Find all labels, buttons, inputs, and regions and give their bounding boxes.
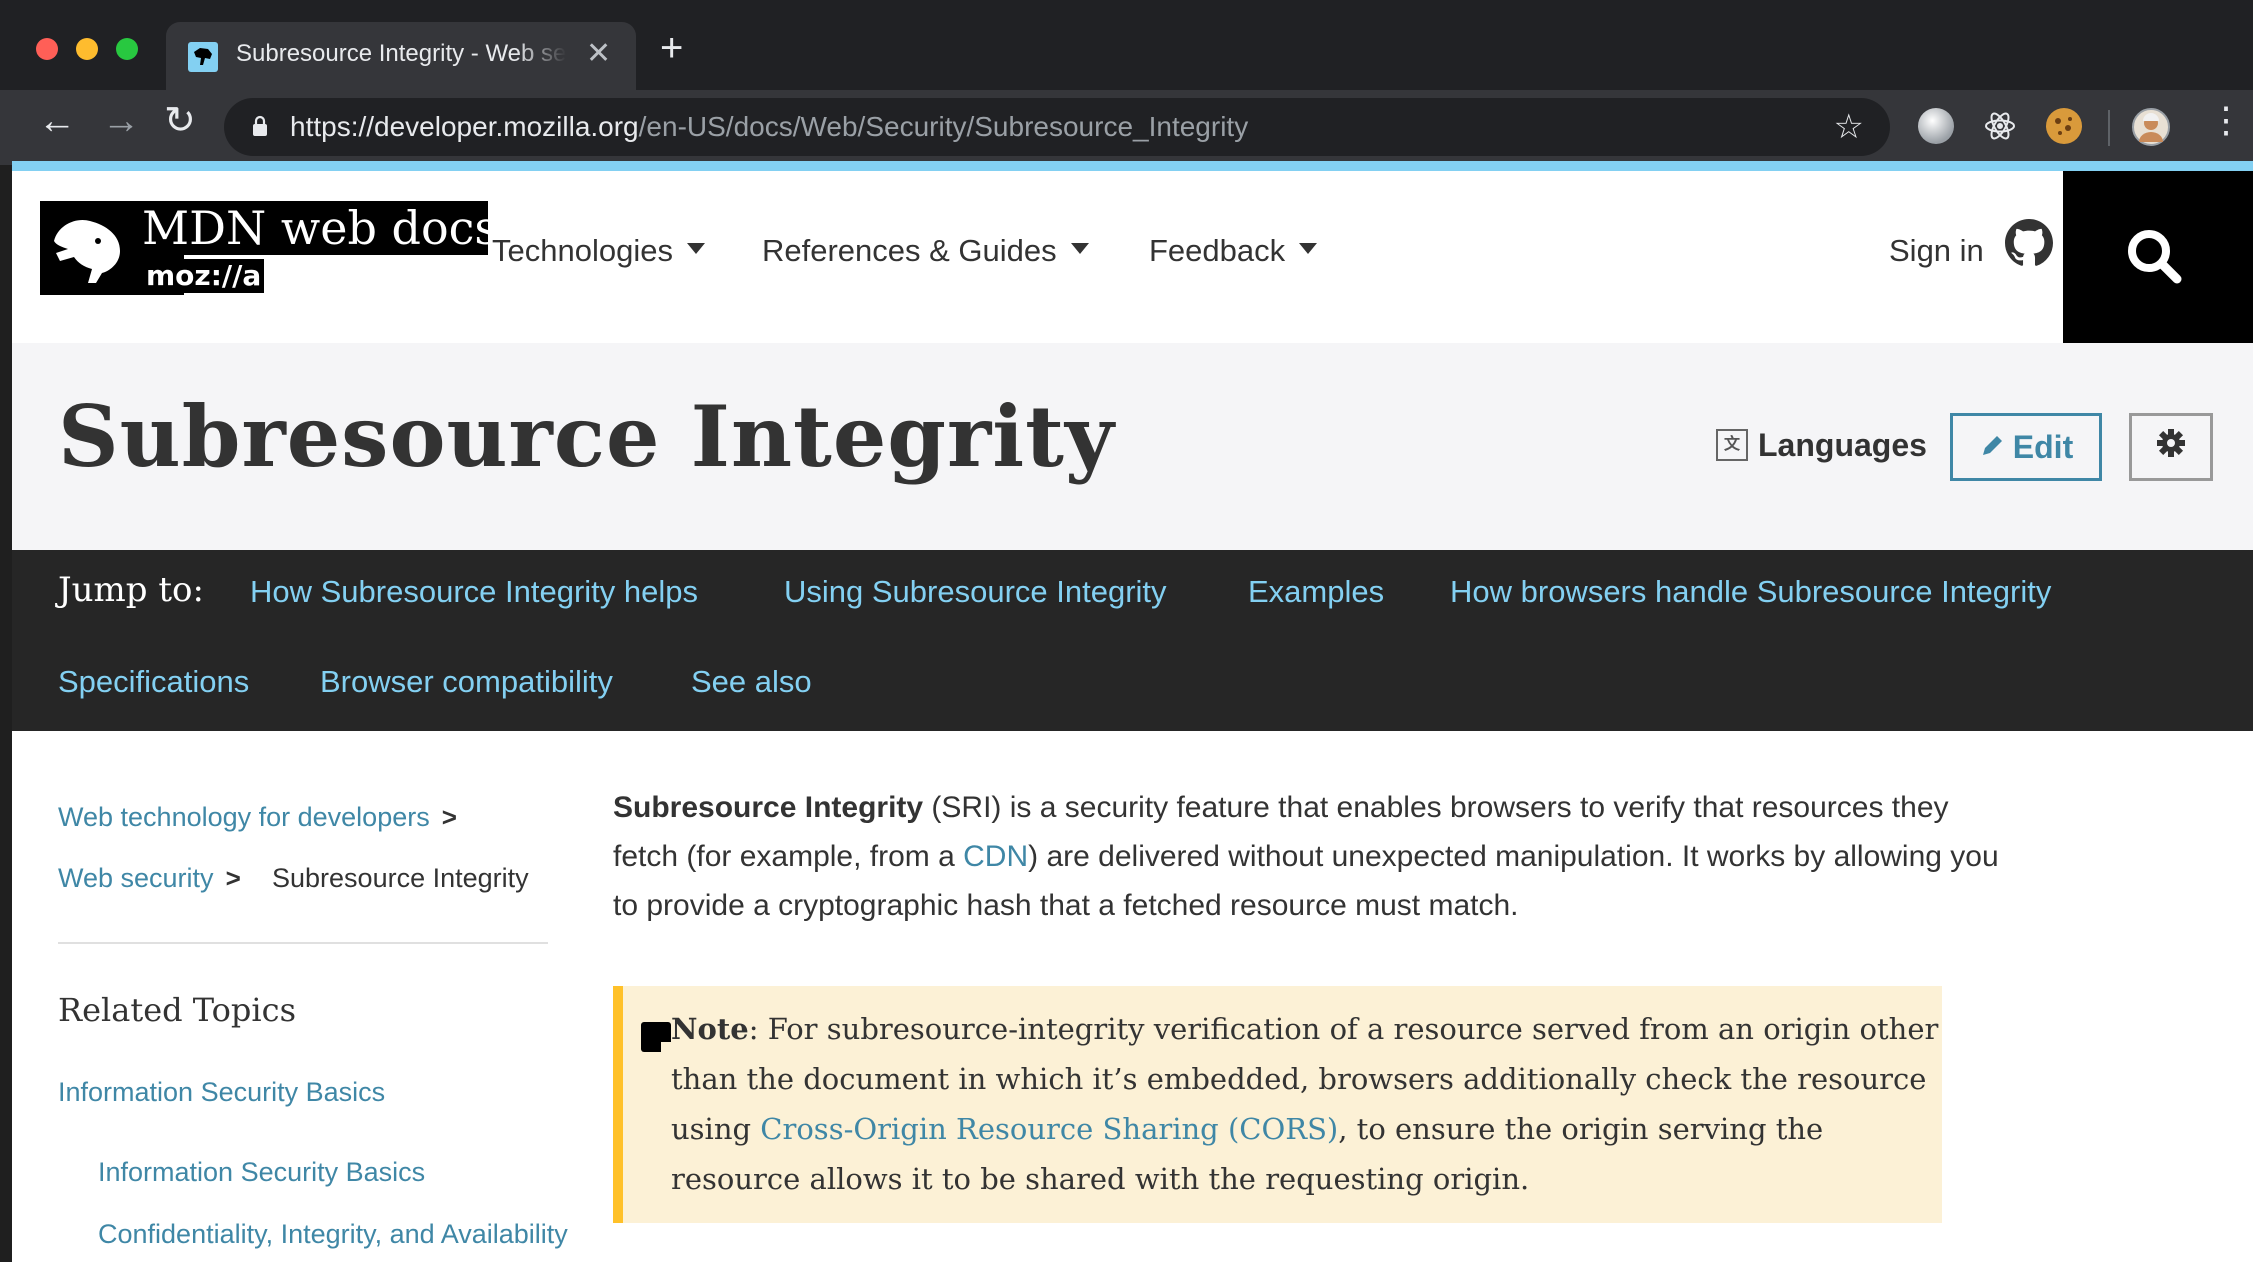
- cors-link[interactable]: Cross-Origin Resource Sharing (CORS): [760, 1112, 1338, 1146]
- browser-tab[interactable]: Subresource Integrity - Web security | M…: [166, 22, 636, 90]
- nav-feedback[interactable]: Feedback: [1149, 233, 1318, 269]
- breadcrumb-item: Web technology for developers >: [58, 802, 457, 833]
- caret-down-icon: [686, 243, 705, 255]
- browser-menu-icon[interactable]: ⋮: [2208, 102, 2244, 138]
- article-intro: Subresource Integrity (SRI) is a securit…: [613, 783, 2013, 930]
- breadcrumb-current-label: Subresource Integrity: [272, 863, 529, 893]
- related-topics-heading: Related Topics: [58, 991, 296, 1029]
- logo-wordmark[interactable]: MDN web docs: [138, 201, 498, 255]
- jump-to-label: Jump to:: [58, 570, 204, 610]
- extension-globe-icon[interactable]: [1918, 108, 1954, 144]
- nav-references-label: References & Guides: [762, 233, 1057, 268]
- tab-title: Subresource Integrity - Web security | M…: [236, 40, 566, 68]
- sign-in-link[interactable]: Sign in: [1889, 233, 1984, 269]
- document-title-bar: Subresource Integrity 文 Languages Edit: [12, 343, 2253, 550]
- languages-label: Languages: [1758, 427, 1927, 463]
- nav-references-guides[interactable]: References & Guides: [762, 233, 1089, 269]
- page-title: Subresource Integrity: [58, 387, 1115, 486]
- jump-link-examples[interactable]: Examples: [1248, 574, 1384, 610]
- mdn-favicon-icon: [188, 42, 218, 72]
- browser-toolbar: ← → ↻ https://developer.mozilla.org/en-U…: [0, 90, 2253, 165]
- breadcrumb-item: Web security >: [58, 863, 241, 894]
- browser-chrome: Subresource Integrity - Web security | M…: [0, 0, 2253, 165]
- jump-link-browser-compatibility[interactable]: Browser compatibility: [320, 664, 613, 700]
- nav-feedback-label: Feedback: [1149, 233, 1286, 268]
- gear-icon: [2157, 428, 2185, 457]
- breadcrumb-link-web-technology[interactable]: Web technology for developers: [58, 802, 430, 832]
- url-text[interactable]: https://developer.mozilla.org/en-US/docs…: [290, 111, 1248, 143]
- sidebar-link-info-security-basics[interactable]: Information Security Basics: [58, 1077, 385, 1108]
- jump-to-bar: Jump to: How Subresource Integrity helps…: [12, 550, 2253, 731]
- toolbar-separator: [2108, 110, 2110, 146]
- sidebar-sublink-cia[interactable]: Confidentiality, Integrity, and Availabi…: [98, 1219, 568, 1250]
- close-window-button[interactable]: [36, 38, 58, 60]
- language-icon: 文: [1716, 428, 1748, 461]
- reload-button[interactable]: ↻: [164, 102, 196, 140]
- edit-label: Edit: [2012, 429, 2074, 465]
- tab-close-icon[interactable]: ✕: [586, 36, 611, 71]
- mozilla-wordmark[interactable]: moz://a: [138, 259, 264, 293]
- jump-link-browsers-handle-sri[interactable]: How browsers handle Subresource Integrit…: [1450, 574, 2051, 610]
- nav-technologies[interactable]: Technologies: [492, 233, 705, 269]
- address-bar[interactable]: https://developer.mozilla.org/en-US/docs…: [224, 98, 1890, 156]
- sticky-note-icon: [641, 1022, 671, 1052]
- sidebar-divider: [58, 942, 548, 944]
- site-search-button[interactable]: [2063, 171, 2253, 343]
- settings-button[interactable]: [2129, 413, 2213, 481]
- profile-avatar[interactable]: [2132, 108, 2170, 146]
- page-top-accent: [12, 161, 2253, 171]
- note-text: Note: For subresource-integrity verifica…: [671, 1004, 1941, 1204]
- minimize-window-button[interactable]: [76, 38, 98, 60]
- maximize-window-button[interactable]: [116, 38, 138, 60]
- jump-link-using-sri[interactable]: Using Subresource Integrity: [784, 574, 1167, 610]
- forward-button[interactable]: →: [102, 102, 140, 140]
- web-page: MDN web docs moz://a Technologies Refere…: [12, 171, 2253, 1262]
- languages-button[interactable]: 文 Languages: [1716, 427, 1927, 464]
- caret-down-icon: [1299, 243, 1318, 255]
- chevron-right-icon: >: [441, 802, 457, 832]
- nav-technologies-label: Technologies: [492, 233, 673, 268]
- url-host: https://developer.mozilla.org: [290, 111, 639, 142]
- bookmark-star-icon[interactable]: ☆: [1834, 107, 1864, 147]
- intro-term: Subresource Integrity: [613, 791, 924, 824]
- note-label: Note: [671, 1012, 749, 1046]
- jump-link-how-sri-helps[interactable]: How Subresource Integrity helps: [250, 574, 698, 610]
- search-icon: [2128, 230, 2182, 284]
- tab-strip: Subresource Integrity - Web security | M…: [0, 0, 2253, 90]
- url-path: /en-US/docs/Web/Security/Subresource_Int…: [638, 111, 1249, 142]
- site-header: MDN web docs moz://a Technologies Refere…: [12, 171, 2253, 343]
- sidebar-sublink-info-security-basics[interactable]: Information Security Basics: [98, 1157, 425, 1188]
- react-devtools-icon[interactable]: [1982, 108, 2018, 144]
- breadcrumb-current: Subresource Integrity: [272, 863, 529, 894]
- caret-down-icon: [1070, 243, 1089, 255]
- pencil-icon: [1982, 435, 2002, 455]
- chevron-right-icon: >: [225, 863, 241, 893]
- jump-link-specifications[interactable]: Specifications: [58, 664, 249, 700]
- note-callout: Note: For subresource-integrity verifica…: [613, 986, 1942, 1223]
- cdn-link[interactable]: CDN: [963, 840, 1028, 873]
- dinosaur-logo-icon: [54, 219, 120, 283]
- breadcrumb-link-web-security[interactable]: Web security: [58, 863, 214, 893]
- edit-button[interactable]: Edit: [1950, 413, 2102, 481]
- github-icon[interactable]: [2005, 219, 2053, 267]
- jump-link-see-also[interactable]: See also: [691, 664, 812, 700]
- new-tab-button[interactable]: +: [660, 28, 683, 68]
- lock-icon[interactable]: [252, 115, 268, 137]
- cookie-extension-icon[interactable]: [2046, 108, 2082, 144]
- back-button[interactable]: ←: [38, 102, 76, 140]
